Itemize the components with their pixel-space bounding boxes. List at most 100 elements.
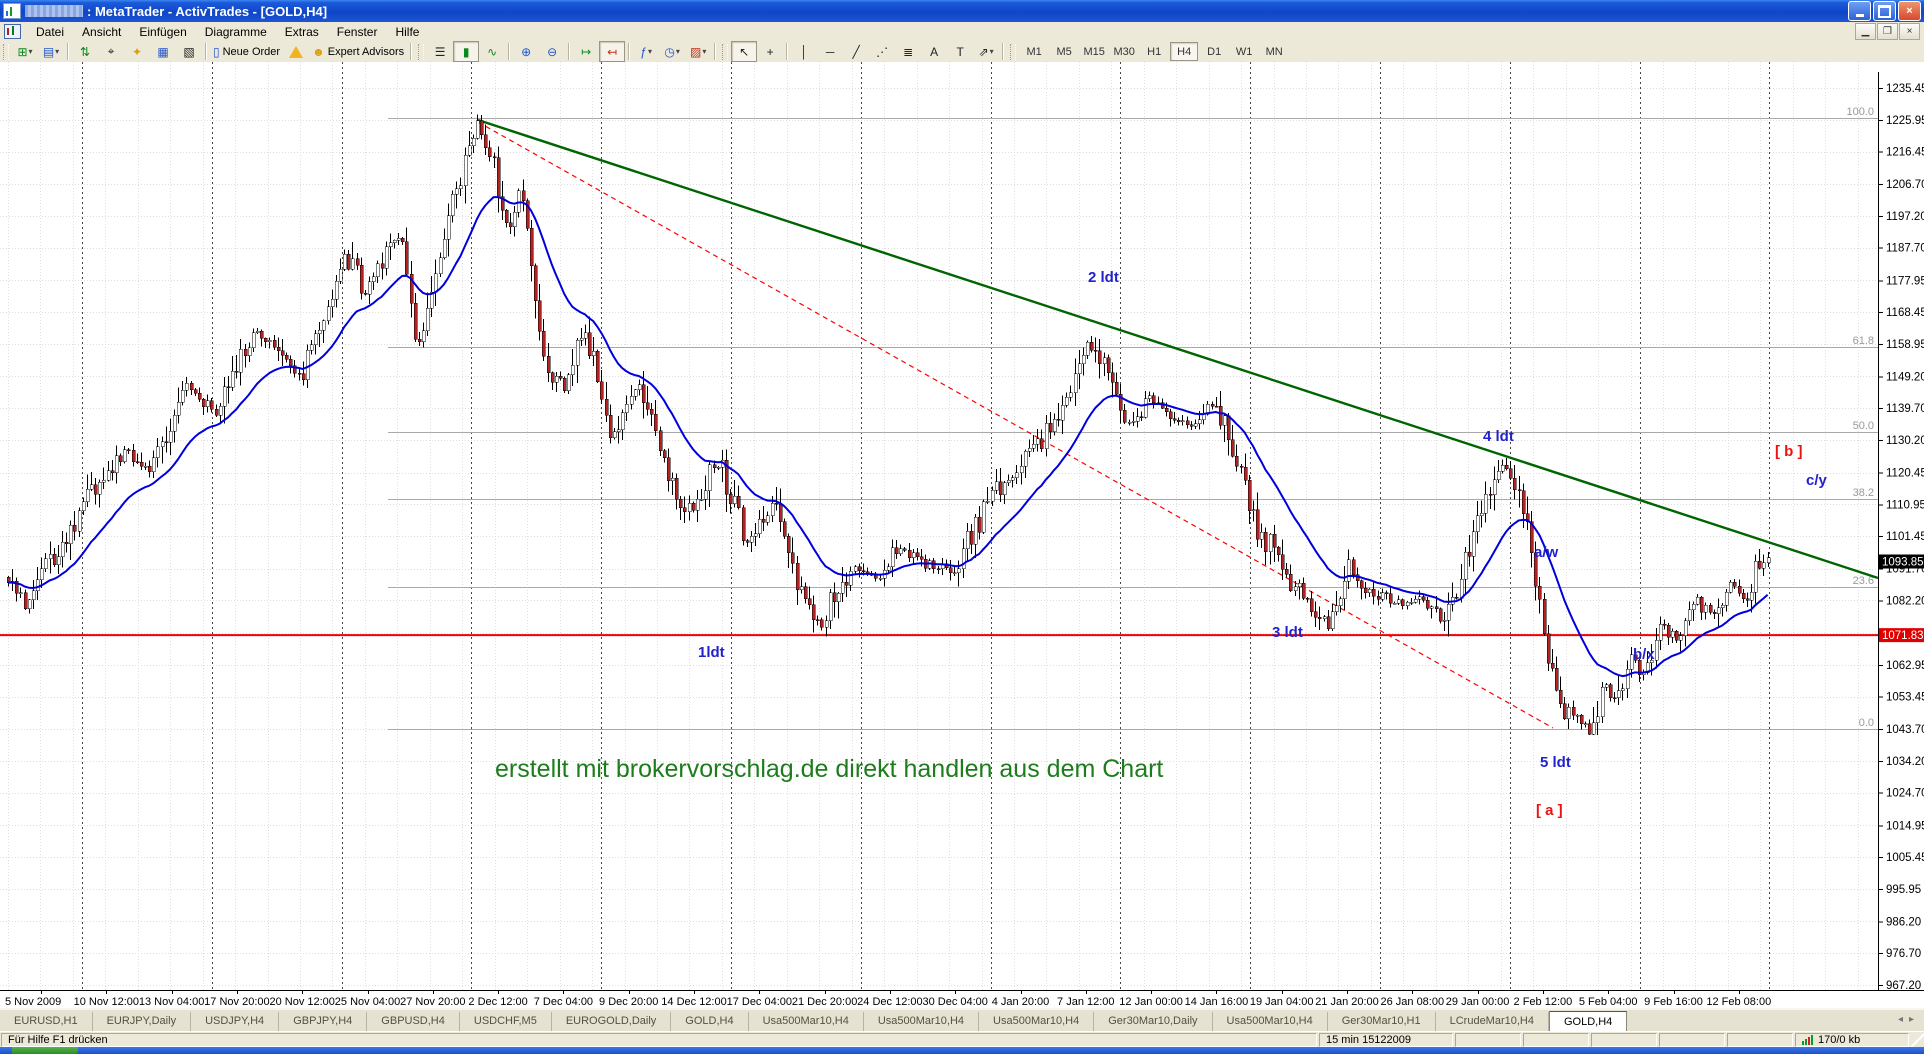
chart-tab-5-usdchfm5[interactable]: USDCHF,M5: [460, 1012, 552, 1033]
chart-tab-1-eurjpydaily[interactable]: EURJPY,Daily: [93, 1012, 192, 1033]
navigator-button[interactable]: ✦: [124, 41, 150, 62]
menu-hilfe[interactable]: Hilfe: [386, 23, 428, 41]
crosshair-button[interactable]: +: [757, 41, 783, 62]
chart-tab-6-eurogolddaily[interactable]: EUROGOLD,Daily: [552, 1012, 672, 1033]
chart-tab-2-usdjpyh4[interactable]: USDJPY,H4: [191, 1012, 280, 1033]
trendline-button[interactable]: ╱: [843, 41, 869, 62]
chart-shift-button[interactable]: ↤: [599, 41, 626, 62]
annotation-cy: c/y: [1806, 472, 1828, 489]
connection-bars-icon: [1802, 1035, 1813, 1045]
child-restore-button[interactable]: ❐: [1877, 23, 1898, 40]
tabs-scroll-left-icon[interactable]: ◂: [1898, 1014, 1903, 1025]
svg-text:1120.45: 1120.45: [1886, 468, 1924, 480]
svg-text:13 Nov 04:00: 13 Nov 04:00: [139, 996, 204, 1008]
bar-chart-button[interactable]: ☰: [427, 41, 453, 62]
toolbar-grip[interactable]: [3, 43, 9, 60]
status-center-text: 15 min 15122009: [1319, 1033, 1453, 1047]
metaeditor-icon[interactable]: [283, 41, 309, 62]
strategy-tester-button[interactable]: ▧: [176, 41, 202, 62]
text-button[interactable]: A: [921, 41, 947, 62]
chart-tab-13-ger30mar10h1[interactable]: Ger30Mar10,H1: [1328, 1012, 1436, 1033]
svg-text:7 Jan 12:00: 7 Jan 12:00: [1057, 996, 1115, 1008]
child-close-button[interactable]: ×: [1899, 23, 1920, 40]
period-m30[interactable]: M30: [1110, 42, 1138, 61]
chart-profiles-button[interactable]: ▤ ▾: [38, 41, 64, 62]
toolbar: ⊞ ▾ ▤ ▾ ⇅ ⌖ ✦ ▦ ▧ ▯ Neue Order ☻ Expert Advi…: [0, 41, 1924, 63]
chart-tab-3-gbpjpyh4[interactable]: GBPJPY,H4: [279, 1012, 368, 1033]
menu-extras[interactable]: Extras: [276, 23, 328, 41]
period-d1[interactable]: D1: [1200, 42, 1228, 61]
period-h4[interactable]: H4: [1170, 42, 1199, 61]
period-h1[interactable]: H1: [1140, 42, 1168, 61]
close-button[interactable]: ×: [1898, 1, 1921, 21]
horizontal-line-button[interactable]: ─: [817, 41, 843, 62]
zoom-in-button[interactable]: ⊕: [513, 41, 539, 62]
svg-text:1206.70: 1206.70: [1886, 179, 1924, 191]
data-window-button[interactable]: ⌖: [98, 41, 124, 62]
metatrader-window: : MetaTrader - ActivTrades - [GOLD,H4] ×…: [0, 0, 1924, 1054]
text-label-button[interactable]: T: [947, 41, 973, 62]
tabs-scroll-right-icon[interactable]: ▸: [1909, 1014, 1914, 1025]
svg-text:1005.45: 1005.45: [1886, 852, 1924, 864]
svg-text:27 Nov 20:00: 27 Nov 20:00: [400, 996, 465, 1008]
zoom-out-button[interactable]: ⊖: [539, 41, 565, 62]
chart-tab-9-usa500mar10h4[interactable]: Usa500Mar10,H4: [864, 1012, 980, 1033]
chart-tab-12-usa500mar10h4[interactable]: Usa500Mar10,H4: [1213, 1012, 1328, 1033]
chart-tab-14-lcrudemar10h4[interactable]: LCrudeMar10,H4: [1436, 1012, 1549, 1033]
chart-tab-7-goldh4[interactable]: GOLD,H4: [671, 1012, 749, 1033]
annotation-4ldt: 4 ldt: [1483, 428, 1514, 445]
cursor-button[interactable]: ↖: [731, 41, 758, 62]
arrows-button[interactable]: ⇗ ▾: [973, 41, 999, 62]
chart-tab-8-usa500mar10h4[interactable]: Usa500Mar10,H4: [749, 1012, 864, 1033]
maximize-button[interactable]: [1873, 1, 1896, 21]
chart-tab-0-eurusdh1[interactable]: EURUSD,H1: [0, 1012, 93, 1033]
terminal-button[interactable]: ▦: [150, 41, 176, 62]
period-m1[interactable]: M1: [1020, 42, 1048, 61]
chart-tab-11-ger30mar10daily[interactable]: Ger30Mar10,Daily: [1094, 1012, 1213, 1033]
svg-text:995.95: 995.95: [1886, 884, 1921, 896]
expert-advisors-label: Expert Advisors: [327, 45, 405, 58]
period-m5[interactable]: M5: [1050, 42, 1078, 61]
period-m15[interactable]: M15: [1080, 42, 1108, 61]
new-order-button[interactable]: ▯ Neue Order: [210, 41, 283, 62]
resize-grip[interactable]: [1910, 1032, 1924, 1048]
svg-text:4 Jan 20:00: 4 Jan 20:00: [992, 996, 1050, 1008]
menu-einfgen[interactable]: Einfügen: [130, 23, 195, 41]
candlestick-chart-button[interactable]: ▮: [453, 41, 480, 62]
period-mn[interactable]: MN: [1260, 42, 1288, 61]
chart-tab-10-usa500mar10h4[interactable]: Usa500Mar10,H4: [979, 1012, 1095, 1033]
vertical-line-button[interactable]: │: [791, 41, 817, 62]
market-watch-button[interactable]: ⇅: [72, 41, 98, 62]
menu-datei[interactable]: Datei: [27, 23, 73, 41]
templates-button[interactable]: ▨ ▾: [685, 41, 711, 62]
period-w1[interactable]: W1: [1230, 42, 1258, 61]
fibonacci-button[interactable]: ≣: [895, 41, 921, 62]
gold-h4-chart[interactable]: 100.061.850.038.223.60.0erstellt mit bro…: [0, 62, 1924, 1008]
chart-tab-15-goldh4[interactable]: GOLD,H4: [1548, 1011, 1628, 1033]
expert-advisors-button[interactable]: ☻ Expert Advisors: [309, 41, 407, 62]
new-chart-button[interactable]: ⊞ ▾: [12, 41, 38, 62]
svg-text:17 Nov 20:00: 17 Nov 20:00: [204, 996, 269, 1008]
line-chart-button[interactable]: ∿: [479, 41, 505, 62]
menu-diagramme[interactable]: Diagramme: [196, 23, 276, 41]
equidistant-channel-button[interactable]: ⋰: [869, 41, 895, 62]
indicators-button[interactable]: ƒ ▾: [633, 41, 659, 62]
svg-text:2 Feb 12:00: 2 Feb 12:00: [1514, 996, 1573, 1008]
annotation-b: [ b ]: [1775, 443, 1803, 460]
auto-scroll-button[interactable]: ↦: [573, 41, 599, 62]
svg-text:29 Jan 00:00: 29 Jan 00:00: [1446, 996, 1510, 1008]
minimize-button[interactable]: [1848, 1, 1871, 21]
menu-ansicht[interactable]: Ansicht: [73, 23, 130, 41]
menu-fenster[interactable]: Fenster: [328, 23, 387, 41]
periods-button[interactable]: ◷ ▾: [659, 41, 685, 62]
svg-text:1043.70: 1043.70: [1886, 724, 1924, 736]
start-button-fragment[interactable]: [12, 1047, 78, 1054]
svg-text:20 Nov 12:00: 20 Nov 12:00: [269, 996, 334, 1008]
chart-window-icon[interactable]: [4, 24, 21, 39]
svg-text:12 Jan 00:00: 12 Jan 00:00: [1119, 996, 1183, 1008]
chart-tab-4-gbpusdh4[interactable]: GBPUSD,H4: [367, 1012, 460, 1033]
status-bar: Für Hilfe F1 drücken 15 min 15122009 170…: [0, 1031, 1924, 1048]
status-empty-cell: [1523, 1033, 1589, 1047]
new-order-label: Neue Order: [222, 45, 281, 58]
child-minimize-button[interactable]: ▁: [1855, 23, 1876, 40]
